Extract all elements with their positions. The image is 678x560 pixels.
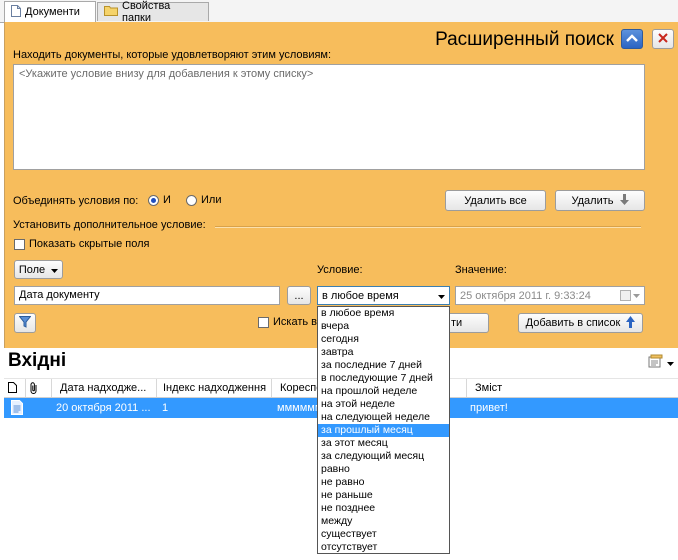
list-title: Вхідні bbox=[8, 350, 67, 371]
row-index: 1 bbox=[162, 402, 169, 414]
field-input-value: Дата документу bbox=[19, 289, 100, 301]
search-in-label: Искать в bbox=[273, 316, 318, 328]
column-header-type[interactable] bbox=[4, 379, 26, 397]
dropdown-option[interactable]: за прошлый месяц bbox=[318, 424, 449, 437]
field-button[interactable]: Поле bbox=[14, 260, 63, 279]
dropdown-option[interactable]: в любое время bbox=[318, 307, 449, 320]
tab-label: Документи bbox=[25, 6, 80, 18]
dropdown-option[interactable]: отсутствует bbox=[318, 541, 449, 554]
caret-down-icon bbox=[51, 264, 59, 276]
column-header-hidden[interactable] bbox=[454, 379, 467, 397]
field-input[interactable]: Дата документу bbox=[14, 286, 280, 305]
document-icon bbox=[11, 400, 23, 422]
arrow-down-icon bbox=[619, 193, 629, 208]
document-icon bbox=[11, 4, 21, 20]
chevron-up-icon bbox=[626, 33, 638, 45]
dropdown-option[interactable]: равно bbox=[318, 463, 449, 476]
condition-label: Условие: bbox=[317, 264, 363, 276]
show-hidden-fields-checkbox[interactable]: Показать скрытые поля bbox=[14, 238, 149, 250]
column-header-date[interactable]: Дата надходже... bbox=[52, 379, 157, 397]
add-to-list-button[interactable]: Добавить в список bbox=[518, 313, 643, 333]
collapse-button[interactable] bbox=[621, 29, 643, 49]
show-hidden-label: Показать скрытые поля bbox=[29, 238, 150, 250]
column-header-index[interactable]: Індекс надходження bbox=[157, 379, 272, 397]
dropdown-option[interactable]: за этот месяц bbox=[318, 437, 449, 450]
tab-label: Свойства папки bbox=[122, 0, 171, 24]
delete-all-button[interactable]: Удалить все bbox=[445, 190, 546, 211]
radio-and[interactable]: И bbox=[148, 194, 171, 206]
dropdown-arrow-icon bbox=[438, 290, 445, 302]
close-button[interactable] bbox=[652, 29, 674, 49]
find-button-label: ти bbox=[451, 317, 463, 329]
row-date: 20 октября 2011 ... bbox=[56, 402, 151, 414]
delete-button[interactable]: Удалить bbox=[555, 190, 645, 211]
filter-icon bbox=[18, 315, 32, 331]
delete-all-label: Удалить все bbox=[464, 194, 527, 207]
search-in-checkbox[interactable]: Искать в bbox=[258, 316, 317, 328]
dropdown-option[interactable]: не раньше bbox=[318, 489, 449, 502]
paperclip-icon bbox=[30, 382, 38, 397]
conditions-list[interactable]: <Укажите условие внизу для добавления к … bbox=[13, 64, 645, 170]
row-content: привет! bbox=[470, 402, 508, 414]
column-header-correspondent[interactable]: Кореспо bbox=[272, 379, 322, 397]
radio-or[interactable]: Или bbox=[186, 194, 221, 206]
additional-condition-label: Установить дополнительное условие: bbox=[13, 219, 206, 231]
view-options-button[interactable] bbox=[648, 354, 674, 371]
radio-or-label: Или bbox=[201, 194, 222, 206]
dropdown-option[interactable]: вчера bbox=[318, 320, 449, 333]
calendar-dropdown-icon bbox=[620, 290, 640, 301]
condition-select-value: в любое время bbox=[322, 289, 399, 302]
dropdown-option[interactable]: не позднее bbox=[318, 502, 449, 515]
delete-label: Удалить bbox=[571, 194, 614, 207]
arrow-up-icon bbox=[626, 315, 636, 331]
field-button-label: Поле bbox=[18, 263, 46, 276]
value-label: Значение: bbox=[455, 264, 507, 276]
panel-title: Расширенный поиск bbox=[435, 29, 614, 50]
column-header-attachment[interactable] bbox=[26, 379, 52, 397]
tab-documents[interactable]: Документи bbox=[4, 1, 96, 22]
value-date-picker[interactable]: 25 октября 2011 г. 9:33:24 bbox=[455, 286, 645, 305]
dropdown-option[interactable]: за последние 7 дней bbox=[318, 359, 449, 372]
dropdown-option[interactable]: не равно bbox=[318, 476, 449, 489]
dropdown-option[interactable]: в последующие 7 дней bbox=[318, 372, 449, 385]
browse-button[interactable]: ... bbox=[287, 286, 311, 305]
find-documents-label: Находить документы, которые удовлетворяю… bbox=[13, 49, 332, 61]
dropdown-option[interactable]: на следующей неделе bbox=[318, 411, 449, 424]
value-date-text: 25 октября 2011 г. 9:33:24 bbox=[460, 289, 591, 302]
condition-select[interactable]: в любое время bbox=[317, 286, 450, 305]
radio-or-circle bbox=[186, 194, 197, 206]
view-options-icon bbox=[648, 354, 664, 371]
filter-button[interactable] bbox=[14, 313, 36, 333]
dropdown-option[interactable]: завтра bbox=[318, 346, 449, 359]
conditions-placeholder: <Укажите условие внизу для добавления к … bbox=[19, 68, 314, 80]
dropdown-option[interactable]: сегодня bbox=[318, 333, 449, 346]
tab-folder-properties[interactable]: Свойства папки bbox=[97, 0, 209, 24]
caret-down-icon bbox=[667, 357, 674, 369]
dropdown-option[interactable]: за следующий месяц bbox=[318, 450, 449, 463]
page-icon bbox=[8, 382, 17, 396]
add-to-list-label: Добавить в список bbox=[525, 317, 621, 329]
dropdown-option[interactable]: существует bbox=[318, 528, 449, 541]
radio-and-circle bbox=[148, 194, 159, 206]
dropdown-option[interactable]: на этой неделе bbox=[318, 398, 449, 411]
row-correspondent: мммммм bbox=[277, 402, 319, 414]
dropdown-option[interactable]: на прошлой неделе bbox=[318, 385, 449, 398]
combine-label: Объединять условия по: bbox=[13, 195, 139, 207]
condition-dropdown-list: в любое время вчера сегодня завтра за послед… bbox=[317, 306, 450, 554]
radio-and-label: И bbox=[163, 194, 171, 206]
dropdown-option[interactable]: между bbox=[318, 515, 449, 528]
divider bbox=[215, 226, 641, 228]
checkbox-box bbox=[258, 316, 269, 328]
column-header-content[interactable]: Зміст bbox=[467, 379, 617, 397]
checkbox-box bbox=[14, 238, 25, 250]
browse-label: ... bbox=[294, 289, 304, 302]
folder-icon bbox=[104, 5, 118, 19]
close-icon bbox=[658, 32, 668, 46]
